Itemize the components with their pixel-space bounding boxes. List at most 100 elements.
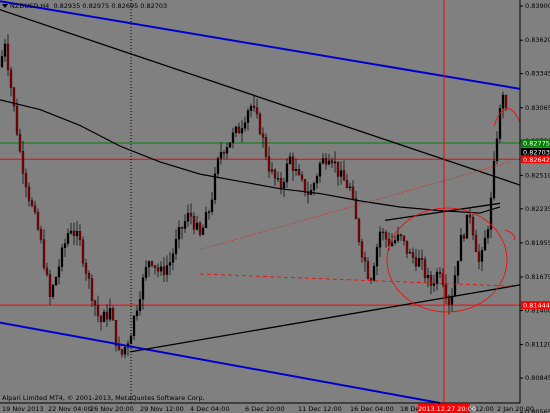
time-tick-label: 16 Dec 04:00 xyxy=(350,405,394,413)
candle-body xyxy=(39,229,43,240)
candle-body xyxy=(168,262,172,266)
candle-body xyxy=(465,214,469,239)
candle-body xyxy=(321,158,325,164)
candle-body xyxy=(474,234,478,253)
candle-body xyxy=(249,105,253,111)
dropdown-triangle-icon[interactable] xyxy=(2,4,8,8)
candle-body xyxy=(204,212,208,229)
time-tick-label: 11 Dec 12:00 xyxy=(298,405,342,413)
candle-body xyxy=(21,151,25,174)
candle-body xyxy=(90,278,94,301)
candle-body xyxy=(162,266,166,275)
candle-body xyxy=(246,110,250,123)
candle-body xyxy=(66,233,70,244)
candle-body xyxy=(75,231,79,237)
candle-body xyxy=(45,267,49,275)
candle-body xyxy=(408,252,412,254)
candle-body xyxy=(102,311,106,323)
candle-body xyxy=(138,299,142,311)
candle-body xyxy=(285,163,289,183)
candle-body xyxy=(393,240,397,244)
candle-body xyxy=(234,126,238,133)
candle-body xyxy=(24,173,28,188)
candle-body xyxy=(282,181,286,189)
candle-body xyxy=(303,179,307,193)
candle-body xyxy=(237,126,241,134)
candle-body xyxy=(9,69,13,88)
candle-body xyxy=(78,231,82,241)
price-box-label: 0.82775 xyxy=(523,140,550,148)
candle-body xyxy=(210,199,214,212)
candle-body xyxy=(81,239,85,264)
candle-body xyxy=(159,266,163,272)
candle-body xyxy=(447,296,451,305)
candle-body xyxy=(288,156,292,165)
candle-body xyxy=(219,152,223,159)
candle-body xyxy=(33,205,37,213)
time-tick-label: 22 Nov 04:00 xyxy=(48,405,92,413)
candle-body xyxy=(420,258,424,260)
candle-body xyxy=(399,234,403,237)
candle-body xyxy=(0,56,4,68)
candle-body xyxy=(120,349,124,355)
candle-body xyxy=(141,277,145,300)
candle-body xyxy=(27,186,31,201)
price-chart[interactable]: 0.839000.836200.833450.830650.827900.825… xyxy=(0,0,550,413)
candle-body xyxy=(255,107,259,115)
candle-body xyxy=(273,169,277,179)
symbol-label: NZDUSD,H4 xyxy=(10,2,50,10)
candle-body xyxy=(63,243,67,248)
time-tick-label: 4 Dec 04:00 xyxy=(190,405,230,413)
candle-body xyxy=(438,271,442,274)
candle-body xyxy=(369,278,373,281)
trend-line xyxy=(199,273,511,287)
price-tick-label: 0.83345 xyxy=(525,70,550,78)
candle-body xyxy=(327,160,331,165)
time-tick-label: 29 Nov 12:00 xyxy=(140,405,184,413)
candle-body xyxy=(198,222,202,235)
candle-body xyxy=(435,271,439,284)
candle-body xyxy=(294,169,298,171)
candle-body xyxy=(15,105,19,135)
candle-body xyxy=(201,227,205,235)
candle-body xyxy=(36,211,40,230)
candle-body xyxy=(360,241,364,258)
candle-body xyxy=(483,237,487,251)
axis-layer: 0.839000.836200.833450.830650.827900.825… xyxy=(0,0,550,413)
candle-body xyxy=(351,186,355,199)
candle-body xyxy=(114,320,118,346)
candle-body xyxy=(147,261,151,268)
candle-body xyxy=(486,229,490,239)
candle-body xyxy=(87,273,91,279)
price-tick-label: 0.82235 xyxy=(525,205,550,213)
chart-window[interactable]: 0.839000.836200.833450.830650.827900.825… xyxy=(0,0,550,413)
candle-body xyxy=(312,183,316,191)
candle-body xyxy=(18,133,22,152)
candle-body xyxy=(414,257,418,267)
candle-body xyxy=(423,259,427,279)
candle-body xyxy=(291,156,295,171)
candle-body xyxy=(426,275,430,279)
candle-body xyxy=(225,147,229,154)
candle-body xyxy=(354,198,358,220)
candle-body xyxy=(171,253,175,263)
candle-body xyxy=(300,174,304,180)
ohlc-values: 0.82935 0.82975 0.82695 0.82703 xyxy=(53,2,168,10)
moving-average-line xyxy=(0,99,501,214)
candle-body xyxy=(459,234,463,262)
candle-body xyxy=(180,227,184,229)
candle-body xyxy=(156,267,160,272)
time-tick-label: 2013.12.27 20:00 xyxy=(418,405,476,413)
candle-body xyxy=(144,266,148,278)
price-tick-label: 0.83620 xyxy=(525,36,550,44)
candle-body xyxy=(333,161,337,164)
time-tick-label: 19 Nov 2013 xyxy=(2,405,44,413)
trend-line xyxy=(129,284,521,353)
candle-body xyxy=(132,315,136,337)
candle-body xyxy=(3,43,7,57)
chart-header: NZDUSD,H4 0.82935 0.82975 0.82695 0.8270… xyxy=(2,2,167,10)
candle-body xyxy=(183,221,187,229)
candle-body xyxy=(99,315,103,323)
candle-body xyxy=(207,211,211,213)
candle-body xyxy=(297,169,301,176)
